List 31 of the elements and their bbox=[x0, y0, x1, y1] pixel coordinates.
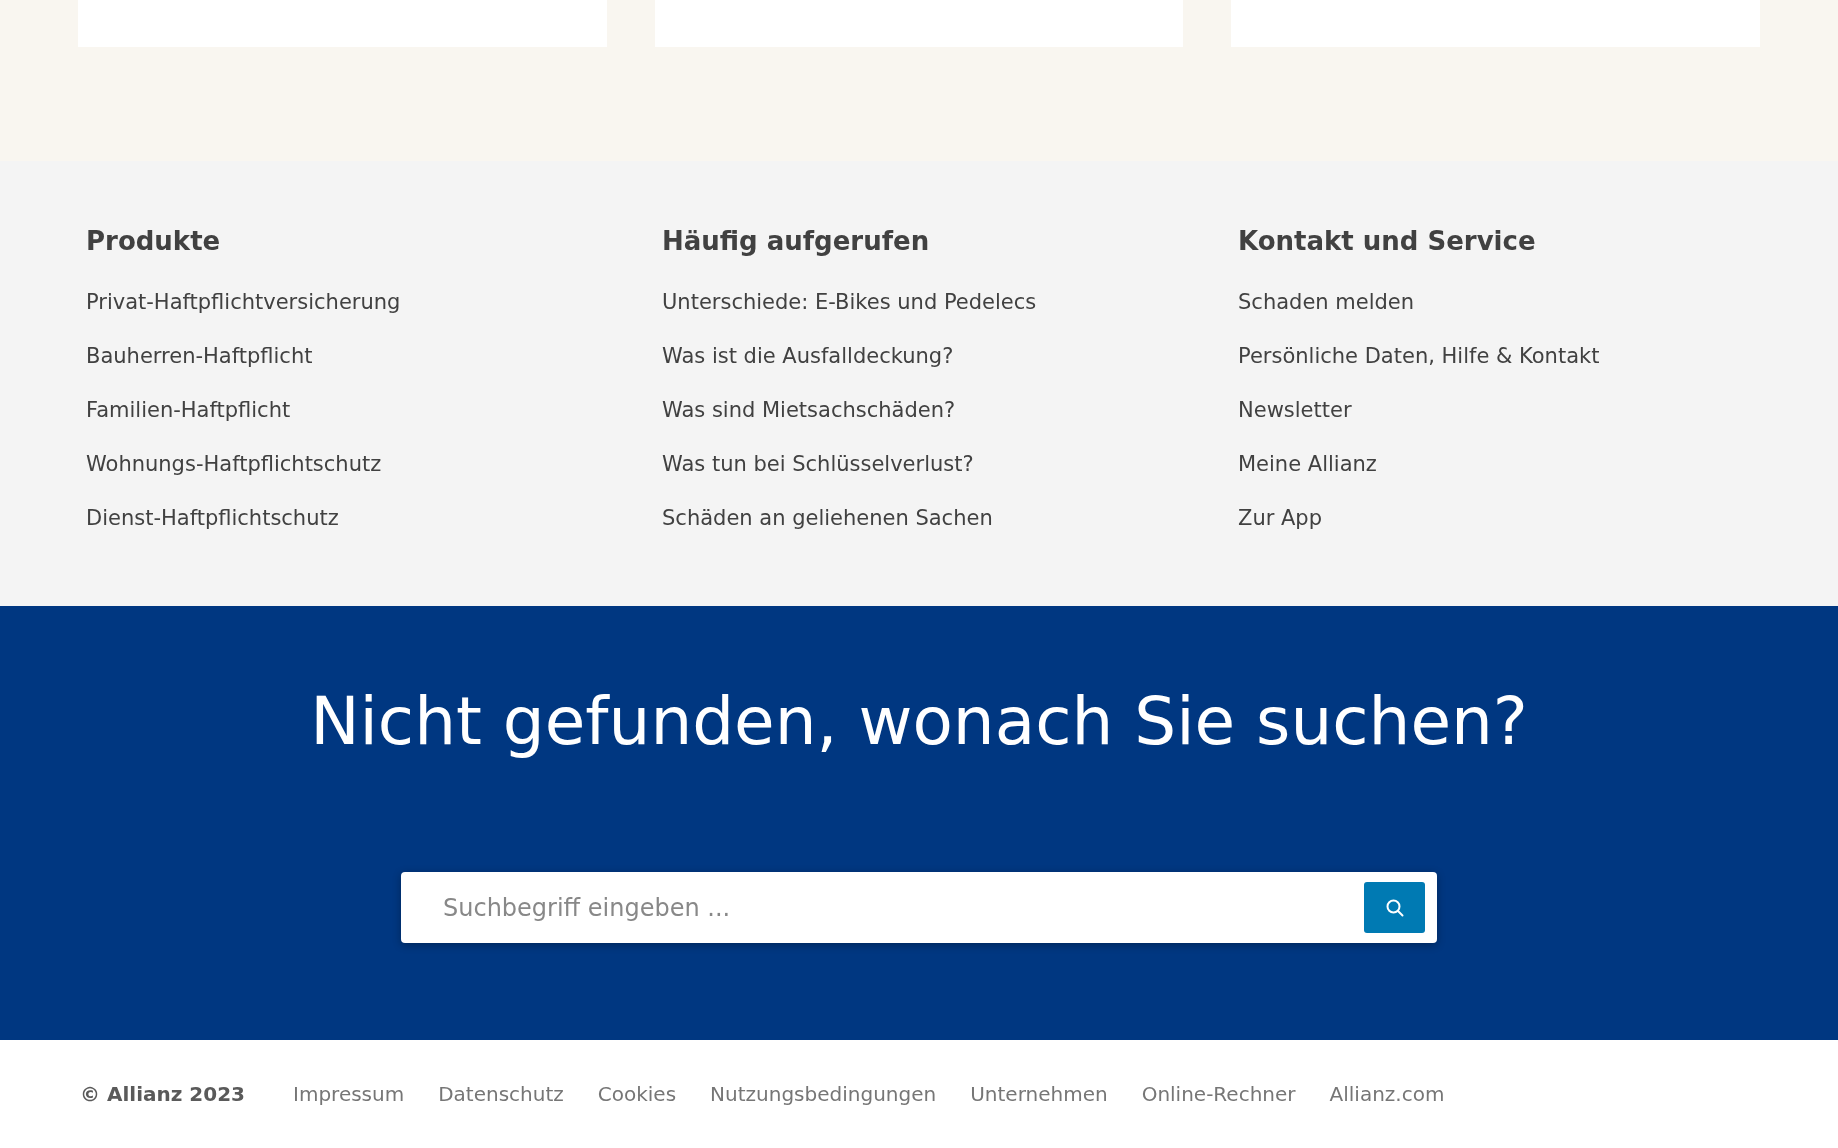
footer-link[interactable]: Was sind Mietsachschäden? bbox=[662, 395, 1238, 425]
footer-link[interactable]: Bauherren-Haftpflicht bbox=[86, 341, 662, 371]
footer-link[interactable]: Zur App bbox=[1238, 503, 1814, 533]
search-bar[interactable]: Suchbegriff eingeben ... bbox=[401, 872, 1437, 943]
section-heading: Nicht gefunden, wonach Sie suchen? bbox=[310, 682, 1528, 762]
copyright-text: © Allianz 2023 bbox=[80, 1082, 245, 1106]
footer-link[interactable]: Persönliche Daten, Hilfe & Kontakt bbox=[1238, 341, 1814, 371]
footer-link[interactable]: Nutzungsbedingungen bbox=[710, 1082, 937, 1106]
footer-link[interactable]: Privat-Haftpflichtversicherung bbox=[86, 287, 662, 317]
footer-link[interactable]: Datenschutz bbox=[438, 1082, 564, 1106]
search-button[interactable] bbox=[1364, 882, 1425, 933]
footer-link[interactable]: Impressum bbox=[293, 1082, 405, 1106]
footer-link[interactable]: Schäden an geliehenen Sachen bbox=[662, 503, 1238, 533]
footer-link[interactable]: Was ist die Ausfalldeckung? bbox=[662, 341, 1238, 371]
footer-link[interactable]: Unterschiede: E-Bikes und Pedelecs bbox=[662, 287, 1238, 317]
column-heading: Produkte bbox=[86, 225, 222, 257]
footer-link[interactable]: Newsletter bbox=[1238, 395, 1814, 425]
footer-link[interactable]: Online-Rechner bbox=[1141, 1082, 1296, 1106]
footer-link[interactable]: Wohnungs-Haftpflichtschutz bbox=[86, 449, 662, 479]
footer-link[interactable]: Unternehmen bbox=[970, 1082, 1108, 1106]
search-field[interactable]: Suchbegriff eingeben ... bbox=[441, 892, 1364, 923]
column-heading: Kontakt und Service bbox=[1238, 225, 1537, 257]
search-icon bbox=[1385, 898, 1404, 917]
column-heading: Häufig aufgerufen bbox=[662, 225, 931, 257]
footer-link[interactable]: Allianz.com bbox=[1329, 1082, 1445, 1106]
footer-link[interactable]: Dienst-Haftpflichtschutz bbox=[86, 503, 662, 533]
footer-link[interactable]: Cookies bbox=[597, 1082, 677, 1106]
footer-link[interactable]: Familien-Haftpflicht bbox=[86, 395, 662, 425]
footer-link[interactable]: Schaden melden bbox=[1238, 287, 1814, 317]
footer-link[interactable]: Was tun bei Schlüsselverlust? bbox=[662, 449, 1238, 479]
footer-link[interactable]: Meine Allianz bbox=[1238, 449, 1814, 479]
